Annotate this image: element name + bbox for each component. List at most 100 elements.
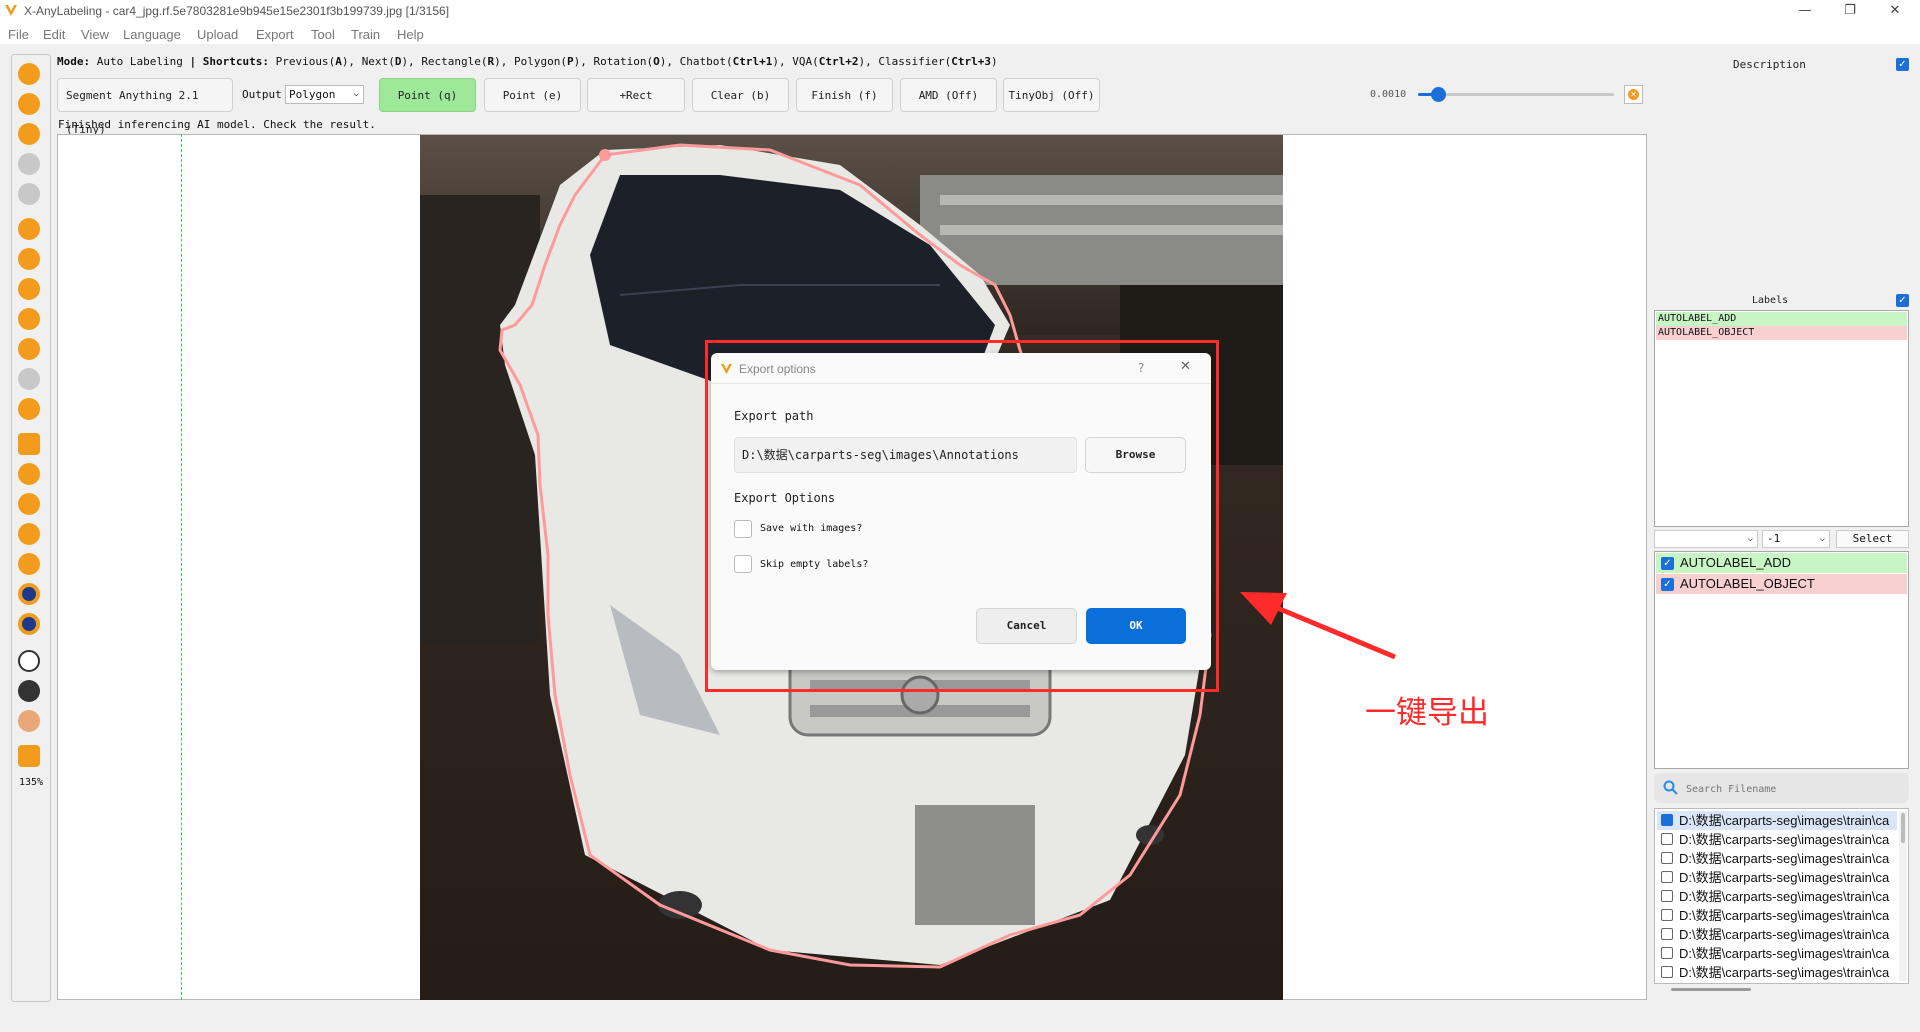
open-folder-icon[interactable] bbox=[18, 63, 40, 85]
point-negative-button[interactable]: Point (e) bbox=[484, 78, 581, 112]
slider-value: 0.0010 bbox=[1370, 89, 1407, 100]
file-item[interactable]: D:\数据\carparts-seg\images\train\ca bbox=[1657, 963, 1897, 982]
minimize-button[interactable]: — bbox=[1785, 1, 1825, 21]
linestrip-icon[interactable] bbox=[18, 398, 40, 420]
line-icon[interactable] bbox=[18, 338, 40, 360]
menu-view[interactable]: View bbox=[81, 27, 109, 42]
menu-train[interactable]: Train bbox=[351, 27, 380, 42]
point-positive-button[interactable]: Point (q) bbox=[379, 78, 476, 112]
threshold-slider-track[interactable] bbox=[1418, 87, 1614, 102]
undo-icon[interactable] bbox=[18, 493, 40, 515]
search-input[interactable] bbox=[1684, 778, 1898, 800]
slider-reset-button[interactable]: ✕ bbox=[1624, 85, 1643, 104]
save-icon[interactable] bbox=[18, 153, 40, 175]
labels-visible-checkbox[interactable]: ✓ bbox=[1896, 294, 1909, 307]
zoom-level: 135% bbox=[18, 777, 44, 788]
title-bar: X-AnyLabeling - car4_jpg.rf.5e7803281e9b… bbox=[0, 0, 1920, 22]
export-path-input[interactable]: D:\数据\carparts-seg\images\Annotations bbox=[734, 437, 1077, 473]
save-with-images-label: Save with images? bbox=[760, 523, 863, 534]
unique-label-autolabel-object[interactable]: ✓ AUTOLABEL_OBJECT bbox=[1656, 574, 1907, 594]
close-icon[interactable]: ✕ bbox=[1180, 359, 1191, 374]
description-visible-checkbox[interactable]: ✓ bbox=[1896, 58, 1909, 71]
rect-button[interactable]: +Rect bbox=[587, 78, 685, 112]
amd-toggle-button[interactable]: AMD (Off) bbox=[900, 78, 997, 112]
run-icon[interactable] bbox=[18, 553, 40, 575]
maximize-button[interactable]: ❐ bbox=[1830, 1, 1870, 21]
model-selector[interactable]: Segment Anything 2.1 (Tiny) bbox=[57, 78, 233, 136]
labels-title: Labels bbox=[1752, 295, 1789, 306]
tinyobj-toggle-button[interactable]: TinyObj (Off) bbox=[1003, 78, 1100, 112]
checkbox-icon[interactable] bbox=[1661, 928, 1673, 940]
help-icon[interactable]: ? bbox=[1138, 361, 1144, 375]
polygon-icon[interactable] bbox=[18, 218, 40, 240]
checkbox-checked-icon[interactable] bbox=[1661, 814, 1673, 826]
edit-icon[interactable] bbox=[18, 433, 40, 455]
dialog-title: Export options bbox=[739, 362, 816, 376]
cancel-button[interactable]: Cancel bbox=[976, 608, 1077, 644]
shortcut-classifier: Classifier(Ctrl+3) bbox=[878, 55, 998, 68]
close-window-button[interactable]: ✕ bbox=[1875, 1, 1915, 21]
group-id-combo[interactable]: -1 ⌵ bbox=[1762, 530, 1830, 548]
play-icon[interactable] bbox=[18, 583, 40, 605]
unique-label-autolabel-add[interactable]: ✓ AUTOLABEL_ADD bbox=[1656, 553, 1907, 573]
left-toolbar: 135% bbox=[11, 54, 51, 1002]
menu-help[interactable]: Help bbox=[397, 27, 424, 42]
scrollbar-thumb[interactable] bbox=[1901, 813, 1905, 843]
chatbot-avatar-icon[interactable] bbox=[18, 650, 40, 672]
checkbox-checked-icon[interactable]: ✓ bbox=[1661, 557, 1674, 570]
menu-upload[interactable]: Upload bbox=[197, 27, 238, 42]
skip-empty-labels-checkbox[interactable] bbox=[734, 555, 752, 573]
label-item-autolabel-add[interactable]: AUTOLABEL_ADD bbox=[1656, 312, 1907, 326]
file-item[interactable]: D:\数据\carparts-seg\images\train\ca bbox=[1657, 811, 1897, 830]
fit-width-icon[interactable] bbox=[18, 745, 40, 767]
file-list-scrollbar[interactable] bbox=[1899, 811, 1907, 981]
checkbox-icon[interactable] bbox=[1661, 890, 1673, 902]
menu-tool[interactable]: Tool bbox=[311, 27, 335, 42]
output-select[interactable]: Polygon ⌵ bbox=[285, 85, 364, 104]
select-button[interactable]: Select bbox=[1836, 530, 1909, 548]
delete-file-icon[interactable] bbox=[18, 183, 40, 205]
delete-shape-icon[interactable] bbox=[18, 463, 40, 485]
output-label: Output bbox=[242, 88, 282, 101]
menu-file[interactable]: File bbox=[8, 27, 29, 42]
checkbox-icon[interactable] bbox=[1661, 833, 1673, 845]
vqa-cat-icon[interactable] bbox=[18, 680, 40, 702]
checkbox-icon[interactable] bbox=[1661, 852, 1673, 864]
shortcut-chatbot: Chatbot(Ctrl+1), bbox=[679, 55, 786, 68]
ai-icon[interactable] bbox=[18, 613, 40, 635]
menu-export[interactable]: Export bbox=[256, 27, 294, 42]
checkbox-icon[interactable] bbox=[1661, 909, 1673, 921]
file-item[interactable]: D:\数据\carparts-seg\images\train\ca bbox=[1657, 868, 1897, 887]
rotation-icon[interactable] bbox=[18, 278, 40, 300]
next-arrow-icon[interactable] bbox=[18, 93, 40, 115]
file-item[interactable]: D:\数据\carparts-seg\images\train\ca bbox=[1657, 830, 1897, 849]
circle-icon[interactable] bbox=[18, 308, 40, 330]
filename-search[interactable] bbox=[1654, 773, 1909, 803]
checkbox-icon[interactable] bbox=[1661, 966, 1673, 978]
threshold-slider-handle[interactable] bbox=[1431, 87, 1446, 102]
clear-button[interactable]: Clear (b) bbox=[692, 78, 789, 112]
file-item[interactable]: D:\数据\carparts-seg\images\train\ca bbox=[1657, 944, 1897, 963]
file-item[interactable]: D:\数据\carparts-seg\images\train\ca bbox=[1657, 925, 1897, 944]
checkbox-checked-icon[interactable]: ✓ bbox=[1661, 578, 1674, 591]
prev-arrow-icon[interactable] bbox=[18, 123, 40, 145]
classifier-cat-icon[interactable] bbox=[18, 710, 40, 732]
label-filter-combo[interactable]: ⌵ bbox=[1654, 530, 1758, 548]
label-item-autolabel-object[interactable]: AUTOLABEL_OBJECT bbox=[1656, 326, 1907, 340]
file-item[interactable]: D:\数据\carparts-seg\images\train\ca bbox=[1657, 887, 1897, 906]
menu-edit[interactable]: Edit bbox=[43, 27, 65, 42]
finish-button[interactable]: Finish (f) bbox=[796, 78, 893, 112]
file-item[interactable]: D:\数据\carparts-seg\images\train\ca bbox=[1657, 849, 1897, 868]
file-list-hscroll[interactable] bbox=[1671, 988, 1751, 991]
file-item[interactable]: D:\数据\carparts-seg\images\train\ca bbox=[1657, 906, 1897, 925]
menu-language[interactable]: Language bbox=[123, 27, 181, 42]
rectangle-icon[interactable] bbox=[18, 248, 40, 270]
checkbox-icon[interactable] bbox=[1661, 947, 1673, 959]
point-icon[interactable] bbox=[18, 368, 40, 390]
browse-button[interactable]: Browse bbox=[1085, 437, 1186, 473]
ok-button[interactable]: OK bbox=[1086, 608, 1186, 644]
tag-icon[interactable] bbox=[18, 523, 40, 545]
save-with-images-checkbox[interactable] bbox=[734, 520, 752, 538]
checkbox-icon[interactable] bbox=[1661, 871, 1673, 883]
unique-labels-list: ✓ AUTOLABEL_ADD ✓ AUTOLABEL_OBJECT bbox=[1654, 551, 1909, 769]
